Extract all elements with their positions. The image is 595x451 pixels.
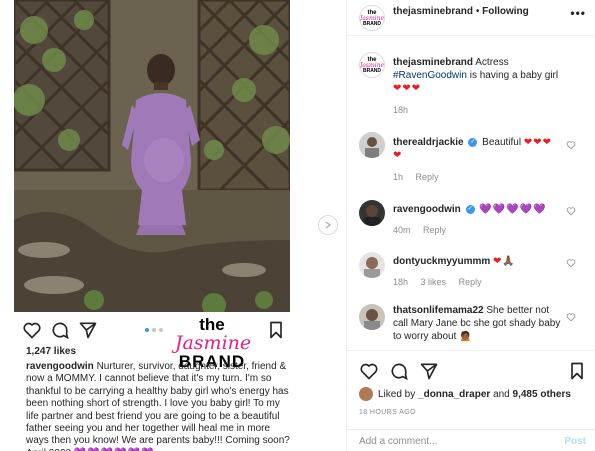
photo-illustration xyxy=(14,0,290,312)
comment-item: dontyuckmyyummm ❤🙏🏾 18h 3 likes Reply xyxy=(347,252,595,296)
comment-text: Beautiful xyxy=(482,137,522,148)
comment-item: therealdrjackie ✓ Beautiful ❤❤❤❤ 1h Repl… xyxy=(347,132,595,188)
avatar[interactable]: the Jasmine BRAND xyxy=(359,5,385,31)
heart-icon[interactable] xyxy=(566,206,576,216)
avatar[interactable] xyxy=(359,387,373,401)
comment-body: thejasminebrand Actress #RavenGoodwin is… xyxy=(393,56,561,95)
header-separator: • xyxy=(475,6,480,17)
heart-icon[interactable] xyxy=(566,258,576,268)
heart-icon[interactable] xyxy=(566,140,576,150)
heart-icon[interactable] xyxy=(359,361,379,381)
comment-text: Actress xyxy=(475,57,509,68)
comment-username[interactable]: thejasminebrand xyxy=(393,57,473,68)
share-icon[interactable] xyxy=(78,320,98,340)
following-button[interactable]: Following xyxy=(482,6,529,17)
carousel-dots xyxy=(145,328,163,332)
comment-emoji: 🙍🏾 xyxy=(459,331,472,342)
more-icon[interactable]: ••• xyxy=(570,6,586,20)
comment-icon[interactable] xyxy=(389,361,409,381)
reply-button[interactable]: Reply xyxy=(416,172,439,182)
comment-body: therealdrjackie ✓ Beautiful ❤❤❤❤ xyxy=(393,136,561,162)
next-arrow-icon xyxy=(325,221,332,229)
comment-meta: 18h xyxy=(393,105,418,115)
avatar-photo xyxy=(359,200,385,226)
verified-icon: ✓ xyxy=(465,204,475,214)
liked-user[interactable]: _donna_draper xyxy=(418,389,490,400)
caption-username[interactable]: ravengoodwin xyxy=(26,361,94,372)
comment-time: 18h xyxy=(393,277,409,287)
post-button[interactable]: Post xyxy=(564,436,586,447)
comment-emoji: 💜💜💜💜💜 xyxy=(479,204,547,215)
next-button[interactable] xyxy=(318,215,338,235)
comment-meta: 1h Reply xyxy=(393,172,449,182)
add-comment-bar: Post xyxy=(347,429,595,451)
heart-icon[interactable] xyxy=(566,312,576,322)
verified-icon: ✓ xyxy=(468,137,478,147)
post-footer: Liked by _donna_draper and 9,485 others … xyxy=(347,350,595,451)
bookmark-icon[interactable] xyxy=(266,320,286,340)
comment-text-after: is having a baby girl xyxy=(469,70,559,81)
reply-button[interactable]: Reply xyxy=(459,277,482,287)
comment-meta: 18h 3 likes Reply xyxy=(393,277,492,287)
avatar[interactable] xyxy=(359,200,385,226)
liked-by: Liked by _donna_draper and 9,485 others xyxy=(359,387,571,401)
post-media-column: the Jasmine BRAND 1,247 likes ravengoodw… xyxy=(0,0,290,451)
liked-prefix: Liked by xyxy=(378,388,416,400)
comment-emoji: ❤🙏🏾 xyxy=(493,256,516,267)
comment-username[interactable]: ravengoodwin xyxy=(393,204,461,215)
comment-username[interactable]: thatsonlifemama22 xyxy=(393,305,484,316)
comment-likes[interactable]: 3 likes xyxy=(421,277,447,287)
comment-username[interactable]: therealdrjackie xyxy=(393,137,464,148)
comment-hashtag[interactable]: #RavenGoodwin xyxy=(393,70,467,81)
post-detail-panel: the Jasmine BRAND thejasminebrand • Foll… xyxy=(346,0,595,451)
avatar-photo xyxy=(359,252,385,278)
comment-meta: 40m Reply xyxy=(393,225,456,235)
liked-count[interactable]: 9,485 others xyxy=(513,389,571,400)
comment-body: ravengoodwin ✓ 💜💜💜💜💜 xyxy=(393,203,561,216)
share-icon[interactable] xyxy=(419,361,439,381)
comment-username[interactable]: dontyuckmyyummm xyxy=(393,256,490,267)
comment-emoji: ❤❤❤ xyxy=(393,83,422,94)
comment-input[interactable] xyxy=(359,436,549,447)
reply-button[interactable]: Reply xyxy=(423,225,446,235)
avatar[interactable]: the Jasmine BRAND xyxy=(359,52,385,78)
avatar-photo xyxy=(359,132,385,158)
avatar[interactable] xyxy=(359,304,385,330)
avatar-line3: BRAND xyxy=(362,20,382,27)
brand-watermark: the Jasmine BRAND xyxy=(162,316,262,370)
comment-time: 40m xyxy=(393,225,411,235)
heart-icon[interactable] xyxy=(22,320,42,340)
avatar[interactable] xyxy=(359,252,385,278)
post-header: the Jasmine BRAND thejasminebrand • Foll… xyxy=(347,0,595,36)
post-caption: ravengoodwin Nurturer, survivor, daughte… xyxy=(26,361,290,451)
comment-body: thatsonlifemama22 She better not call Ma… xyxy=(393,304,561,343)
header-text: thejasminebrand • Following xyxy=(393,6,529,17)
avatar-line3: BRAND xyxy=(362,67,382,74)
comment-item: thatsonlifemama22 She better not call Ma… xyxy=(347,304,595,348)
header-username[interactable]: thejasminebrand xyxy=(393,6,473,17)
comment-time: 18h xyxy=(393,105,409,115)
avatar[interactable] xyxy=(359,132,385,158)
liked-suffix: and xyxy=(493,388,510,400)
post-photo[interactable] xyxy=(14,0,290,312)
avatar-photo xyxy=(359,304,385,330)
post-timestamp: 18 HOURS AGO xyxy=(359,409,416,416)
watermark-line2: Jasmine xyxy=(174,332,252,354)
comment-time: 1h xyxy=(393,172,404,182)
likes-count[interactable]: 1,247 likes xyxy=(26,346,76,357)
comment-item: ravengoodwin ✓ 💜💜💜💜💜 40m Reply xyxy=(347,200,595,244)
bookmark-icon[interactable] xyxy=(567,361,587,381)
comment-item: the Jasmine BRAND thejasminebrand Actres… xyxy=(347,52,595,122)
comment-body: dontyuckmyyummm ❤🙏🏾 xyxy=(393,255,561,268)
comment-icon[interactable] xyxy=(50,320,70,340)
caption-text: Nurturer, survivor, daughter, sister, fr… xyxy=(26,361,290,451)
